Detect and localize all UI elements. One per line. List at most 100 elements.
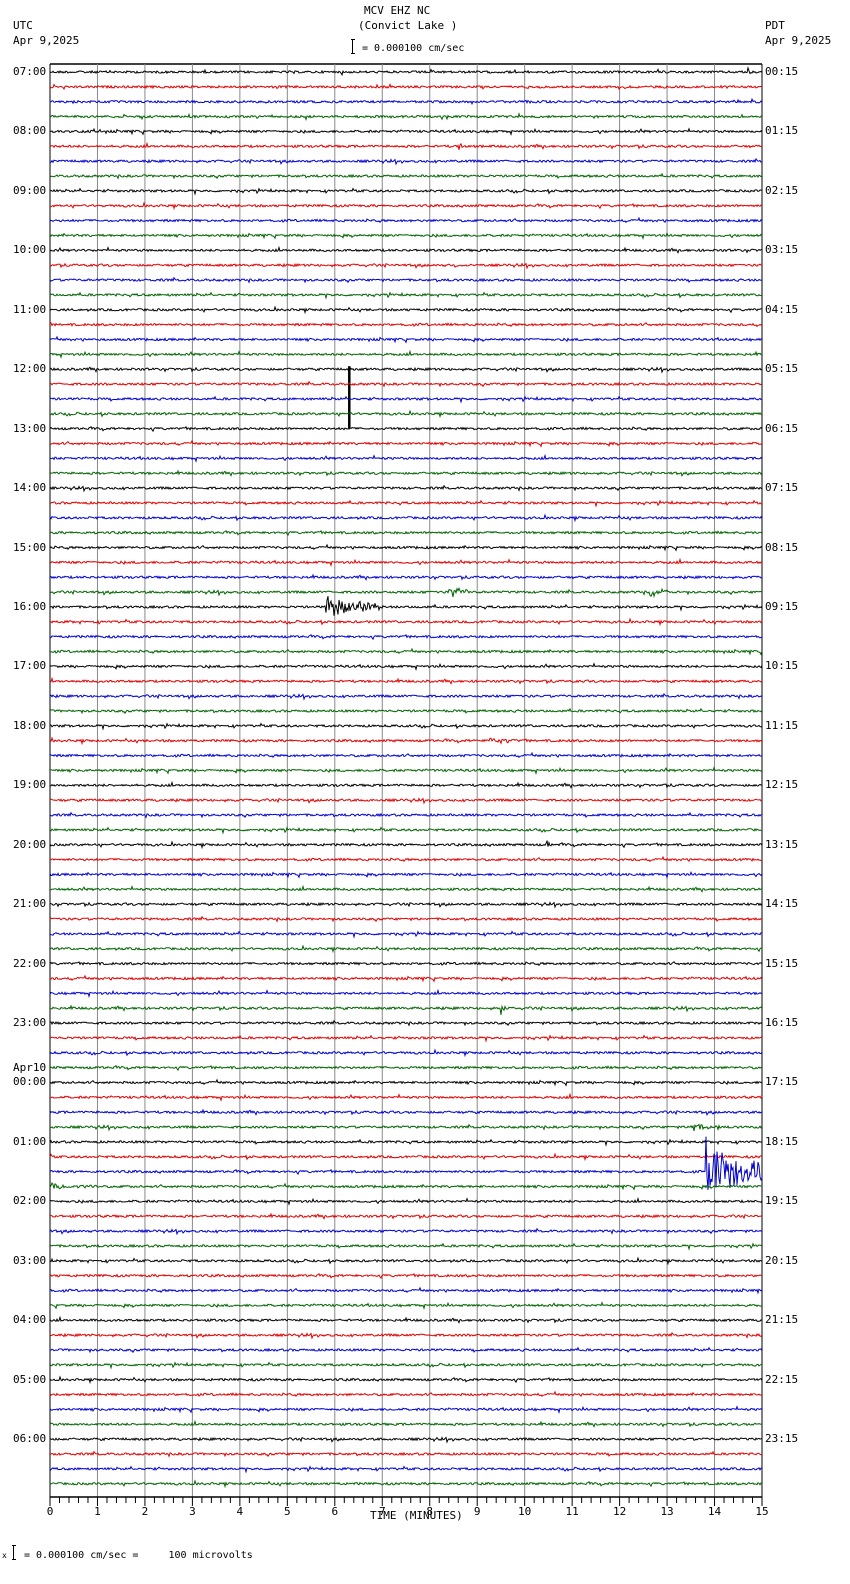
seismic-trace <box>49 1078 763 1087</box>
pdt-hour-label: 11:15 <box>765 718 799 732</box>
seismic-trace <box>49 530 763 537</box>
seismic-trace <box>49 366 763 374</box>
seismic-trace <box>49 1465 763 1474</box>
seismic-trace <box>49 1196 763 1206</box>
seismic-trace <box>49 1138 763 1147</box>
footer-mark: x <box>2 1551 7 1560</box>
seismic-trace <box>49 692 763 701</box>
pdt-hour-label: 23:15 <box>765 1432 799 1446</box>
seismic-trace <box>49 884 763 893</box>
seismic-trace <box>50 751 763 759</box>
seismic-trace <box>49 157 763 166</box>
utc-hour-label: 15:00 <box>13 540 47 554</box>
seismic-trace <box>49 380 763 388</box>
seismic-trace <box>49 1375 763 1385</box>
utc-hour-label: 19:00 <box>13 778 47 792</box>
seismic-trace <box>49 974 763 983</box>
utc-hour-label: 22:00 <box>13 956 47 970</box>
pdt-hour-label: 07:15 <box>765 481 799 495</box>
seismic-trace <box>49 811 763 819</box>
seismic-trace <box>49 961 763 967</box>
seismic-trace <box>49 499 763 508</box>
seismic-trace <box>49 736 763 746</box>
seismic-trace <box>49 1419 763 1428</box>
utc-hour-label: 11:00 <box>13 302 47 316</box>
utc-hour-label: 18:00 <box>13 718 47 732</box>
pdt-hour-label: 01:15 <box>765 124 799 138</box>
x-tick-label: 2 <box>142 1505 149 1518</box>
seismic-trace <box>50 439 763 448</box>
seismic-trace <box>49 172 763 180</box>
pdt-hour-label: 08:15 <box>765 540 799 554</box>
seismic-trace <box>49 988 763 998</box>
seismic-trace <box>49 1331 763 1340</box>
x-tick-label: 10 <box>518 1505 531 1518</box>
utc-hour-label: 01:00 <box>13 1134 47 1148</box>
seismic-trace <box>49 826 763 835</box>
helicorder-plot: 0 1 2 3 4 5 6 7 8 9 10 11 12 13 14 15 <box>47 63 769 1518</box>
seismic-trace <box>49 127 763 137</box>
seismic-trace <box>49 722 763 731</box>
x-tick-label: 6 <box>331 1505 338 1518</box>
seismic-trace <box>50 97 763 106</box>
seismic-trace <box>49 1361 763 1370</box>
seismic-trace <box>49 231 763 241</box>
seismic-trace <box>49 1405 763 1415</box>
seismic-trace <box>49 840 763 850</box>
seismic-trace <box>49 1301 763 1311</box>
utc-hour-label: 23:00 <box>13 1016 47 1030</box>
utc-hour-label: 00:00 <box>13 1075 47 1089</box>
seismic-trace <box>49 201 763 211</box>
seismic-trace <box>49 1182 763 1191</box>
seismic-trace <box>49 662 763 672</box>
x-tick-label: 13 <box>660 1505 673 1518</box>
seismic-trace <box>49 707 763 715</box>
pdt-hour-label: 17:15 <box>765 1075 799 1089</box>
x-axis-label: TIME (MINUTES) <box>370 1509 463 1522</box>
seismic-trace <box>49 1136 763 1190</box>
pdt-hour-label: 10:15 <box>765 659 799 673</box>
seismic-trace <box>49 1315 763 1324</box>
seismic-trace <box>49 1034 763 1043</box>
seismic-trace <box>49 469 763 477</box>
x-tick-label: 0 <box>47 1505 54 1518</box>
utc-hour-label: 16:00 <box>13 599 47 613</box>
pdt-hour-label: 15:15 <box>765 956 799 970</box>
seismic-trace <box>49 543 763 552</box>
x-tick-label: 12 <box>613 1505 626 1518</box>
seismic-trace <box>49 1212 763 1220</box>
pdt-hour-label: 20:15 <box>765 1253 799 1267</box>
pdt-hour-label: 09:15 <box>765 599 799 613</box>
utc-hour-label: 03:00 <box>13 1253 47 1267</box>
seismic-trace <box>49 797 763 805</box>
seismic-trace <box>49 335 763 344</box>
pdt-hour-label: 19:15 <box>765 1194 799 1208</box>
seismic-trace <box>49 1436 763 1444</box>
utc-hour-label: 17:00 <box>13 659 47 673</box>
seismic-trace <box>49 1092 763 1102</box>
utc-hour-label: 05:00 <box>13 1372 47 1386</box>
seismic-trace <box>49 262 763 270</box>
seismic-trace <box>50 766 763 776</box>
seismic-trace <box>49 1450 763 1458</box>
pdt-hour-label: 14:15 <box>765 897 799 911</box>
pdt-hour-label: 06:15 <box>765 421 799 435</box>
seismic-trace <box>49 855 762 863</box>
utc-hour-label: 02:00 <box>13 1194 47 1208</box>
pdt-hour-label: 21:15 <box>765 1313 799 1327</box>
pdt-hour-label: 02:15 <box>765 183 799 197</box>
utc-hour-label: 06:00 <box>13 1432 47 1446</box>
seismic-trace <box>49 676 763 685</box>
seismic-trace <box>49 647 763 656</box>
utc-hour-label: 21:00 <box>13 897 47 911</box>
seismic-trace <box>49 1064 763 1072</box>
seismic-trace <box>49 291 763 300</box>
seismic-trace <box>49 1019 763 1027</box>
x-tick-label: 1 <box>94 1505 101 1518</box>
seismic-trace <box>49 901 763 909</box>
utc-hour-label: 10:00 <box>13 243 47 257</box>
seismic-trace <box>49 1256 763 1266</box>
seismic-trace <box>49 513 763 523</box>
pdt-hour-label: 13:15 <box>765 837 799 851</box>
seismic-trace <box>49 453 763 463</box>
